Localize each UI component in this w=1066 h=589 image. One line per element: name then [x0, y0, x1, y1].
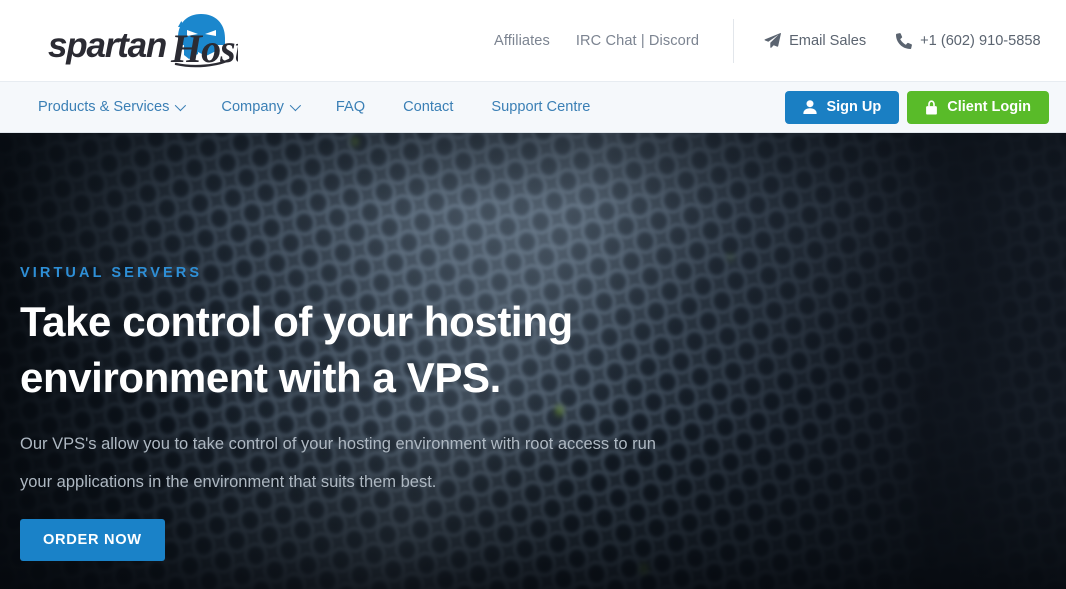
top-bar-divider [733, 18, 735, 63]
user-icon [803, 100, 818, 114]
irc-discord-link[interactable]: IRC Chat | Discord [576, 33, 699, 49]
svg-text:Host: Host [170, 26, 238, 70]
nav-item-contact[interactable]: Contact [403, 99, 453, 115]
phone-label: +1 (602) 910-5858 [920, 32, 1041, 49]
top-bar-links: Affiliates IRC Chat | Discord [494, 33, 699, 49]
chevron-down-icon [175, 99, 187, 112]
lock-icon [925, 99, 938, 115]
email-sales-link[interactable]: Email Sales [764, 32, 866, 49]
svg-text:spartan: spartan [48, 26, 166, 65]
contact-group: Email Sales +1 (602) 910-5858 [764, 32, 1041, 49]
logo-link[interactable]: spartan Host [0, 0, 250, 81]
spartan-host-logo: spartan Host [26, 12, 238, 70]
paper-plane-icon [764, 32, 781, 49]
phone-icon [896, 32, 913, 49]
sign-up-label: Sign Up [826, 99, 882, 115]
nav-item-support-centre[interactable]: Support Centre [491, 99, 590, 115]
client-login-label: Client Login [947, 99, 1031, 115]
order-now-button[interactable]: ORDER NOW [20, 519, 165, 561]
chevron-down-icon [289, 99, 301, 112]
nav-item-label: Company [221, 99, 284, 115]
client-login-button[interactable]: Client Login [907, 90, 1049, 124]
main-navigation-bar: Products & Services Company FAQ Contact … [0, 81, 1066, 133]
main-nav-items: Products & Services Company FAQ Contact … [0, 99, 590, 115]
hero-subtext: Our VPS's allow you to take control of y… [20, 435, 656, 491]
nav-item-label: Products & Services [38, 99, 170, 115]
hero-section: VIRTUAL SERVERS Take control of your hos… [0, 133, 1066, 589]
nav-item-faq[interactable]: FAQ [336, 99, 365, 115]
logo-artwork: spartan Host [48, 13, 238, 70]
order-now-label: ORDER NOW [43, 532, 142, 548]
affiliates-link[interactable]: Affiliates [494, 33, 550, 49]
nav-item-label: Support Centre [491, 99, 591, 115]
nav-item-label: Contact [403, 99, 454, 115]
nav-item-products-services[interactable]: Products & Services [38, 99, 187, 115]
nav-item-label: FAQ [335, 99, 366, 115]
hero-eyebrow: VIRTUAL SERVERS [20, 265, 203, 281]
nav-action-buttons: Sign Up Client Login [785, 90, 1049, 124]
phone-link[interactable]: +1 (602) 910-5858 [896, 33, 1041, 49]
hero-content: VIRTUAL SERVERS Take control of your hos… [20, 133, 720, 589]
sign-up-button[interactable]: Sign Up [785, 90, 900, 124]
hero-headline: Take control of your hosting environment… [20, 298, 573, 401]
top-bar: spartan Host Affiliates IRC Chat | Disco… [0, 0, 1066, 81]
nav-item-company[interactable]: Company [221, 99, 301, 115]
email-sales-label: Email Sales [789, 32, 867, 49]
